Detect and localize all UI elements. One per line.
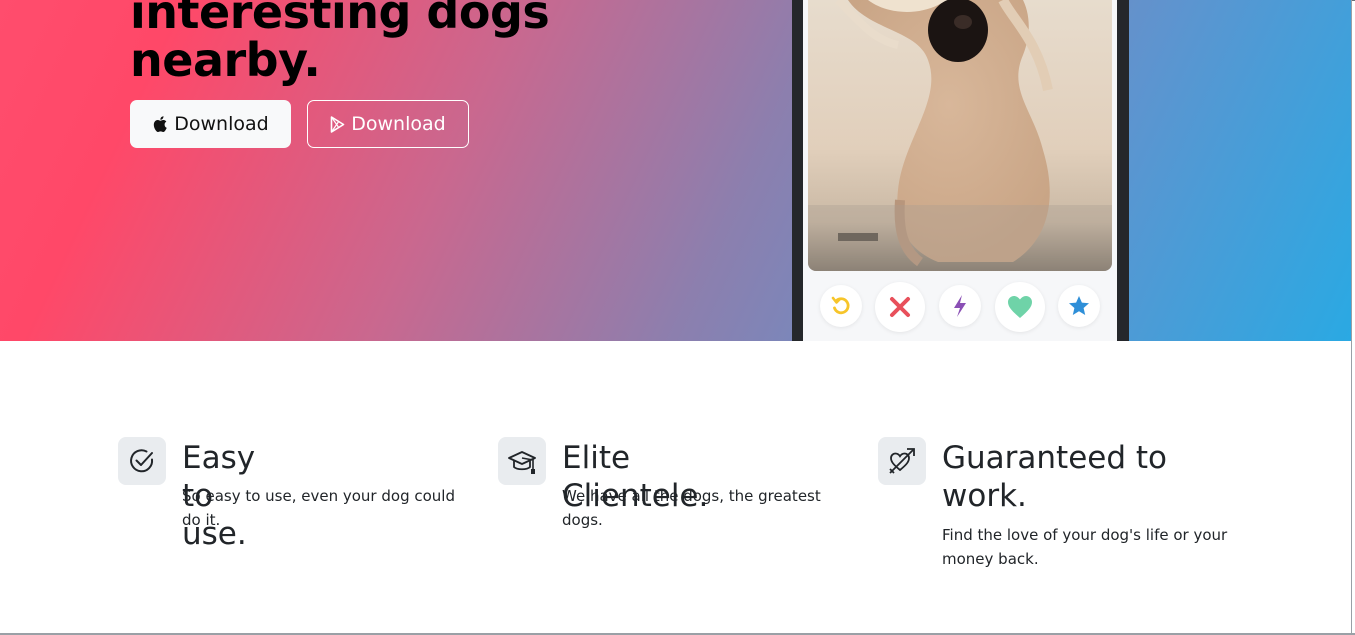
phone-mockup: [792, 0, 1129, 341]
hero-section: interesting dogs nearby. Download Downlo…: [0, 0, 1351, 341]
feature-icon-box: [878, 437, 926, 485]
feature-text: Find the love of your dog's life or your…: [942, 526, 1228, 568]
feature-text: We have all the dogs, the greatest dogs.: [562, 487, 821, 529]
app-store-download-label: Download: [174, 113, 269, 135]
phone-screen: [803, 0, 1117, 341]
like-button[interactable]: [995, 282, 1045, 332]
dog-photo: [808, 0, 1112, 271]
feature-text: So easy to use, even your dog could do i…: [182, 487, 455, 529]
graduation-cap-icon: [508, 451, 536, 474]
nope-button[interactable]: [875, 282, 925, 332]
close-icon: [890, 297, 910, 317]
lightning-icon: [954, 295, 966, 317]
hero-headline: interesting dogs nearby.: [130, 0, 550, 87]
heart-icon: [1008, 296, 1032, 318]
check-circle-icon: [130, 449, 154, 473]
google-play-download-button[interactable]: Download: [307, 100, 469, 148]
headline-line-2: nearby.: [130, 33, 321, 87]
feature-title: Guaranteed to work.: [942, 440, 1168, 514]
super-like-button[interactable]: [1058, 285, 1100, 327]
dog-illustration: [808, 0, 1112, 271]
feature-icon-box: [118, 437, 166, 485]
apple-icon: [154, 116, 167, 132]
swipe-actions-bar: [803, 280, 1117, 334]
heart-arrow-icon: [889, 448, 915, 474]
google-play-icon: [330, 115, 345, 133]
star-icon: [1069, 296, 1089, 315]
undo-button[interactable]: [820, 285, 862, 327]
app-store-download-button[interactable]: Download: [130, 100, 291, 148]
boost-button[interactable]: [939, 285, 981, 327]
google-play-download-label: Download: [351, 113, 446, 135]
feature-icon-box: [498, 437, 546, 485]
window-right-border: [1351, 0, 1352, 635]
undo-icon: [831, 296, 850, 315]
